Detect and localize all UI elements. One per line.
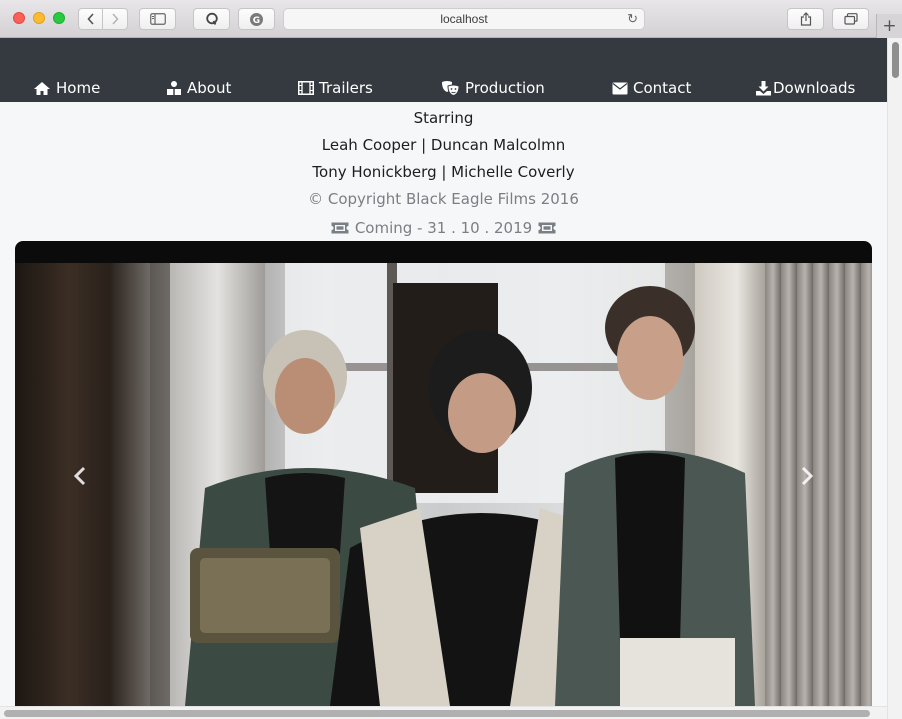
release-date-line: Coming - 31 . 10 . 2019 <box>0 218 887 238</box>
users-icon <box>167 81 181 95</box>
vertical-scroll-thumb[interactable] <box>892 42 899 78</box>
ticket-icon <box>538 222 556 234</box>
tabs-overview-button[interactable] <box>832 8 869 30</box>
nav-about-label: About <box>187 79 232 97</box>
chevron-right-icon <box>801 466 813 486</box>
cast-line-2: Tony Honickberg | Michelle Coverly <box>312 163 575 181</box>
window-close-button[interactable] <box>13 12 25 24</box>
extension-q-button[interactable] <box>193 8 230 30</box>
nav-downloads[interactable]: Downloads <box>755 79 855 97</box>
extension-g-button[interactable]: G <box>238 8 275 30</box>
actress-right <box>555 286 755 706</box>
film-icon <box>298 81 314 95</box>
coming-date-text: Coming - 31 . 10 . 2019 <box>354 219 533 237</box>
nav-home[interactable]: Home <box>33 79 100 97</box>
home-icon <box>34 81 50 95</box>
trailer-carousel[interactable] <box>15 241 872 706</box>
chevron-right-icon <box>112 13 119 25</box>
site-navbar: Home About Trailers Production Contact D… <box>0 38 887 102</box>
forward-button[interactable] <box>103 8 128 30</box>
carousel-next-button[interactable] <box>792 461 822 491</box>
ticket-icon <box>331 222 349 234</box>
horizontal-scrollbar[interactable] <box>0 706 887 719</box>
chevron-left-icon <box>74 466 86 486</box>
theater-masks-icon <box>442 81 460 96</box>
copyright-text: © Copyright Black Eagle Films 2016 <box>308 190 579 208</box>
window-minimize-button[interactable] <box>33 12 45 24</box>
nav-about[interactable]: About <box>166 79 231 97</box>
address-text: localhost <box>440 12 488 26</box>
history-buttons <box>78 8 129 30</box>
horizontal-scroll-thumb[interactable] <box>4 710 870 717</box>
carousel-prev-button[interactable] <box>65 461 95 491</box>
share-icon <box>800 12 811 26</box>
chevron-left-icon <box>86 13 94 25</box>
address-bar[interactable]: localhost ↻ <box>283 8 645 30</box>
reload-icon[interactable]: ↻ <box>627 11 638 27</box>
nav-trailers-label: Trailers <box>319 79 373 97</box>
trailer-still-image <box>15 263 872 706</box>
download-icon <box>756 81 771 96</box>
nav-production-label: Production <box>465 79 545 97</box>
new-tab-button[interactable]: + <box>876 14 902 38</box>
nav-contact-label: Contact <box>633 79 692 97</box>
share-button[interactable] <box>787 8 824 30</box>
grammarly-icon: G <box>250 12 263 26</box>
sidebar-icon <box>149 13 166 25</box>
nav-home-label: Home <box>56 79 101 97</box>
browser-toolbar: G localhost ↻ + <box>0 0 902 38</box>
nav-production[interactable]: Production <box>441 79 545 97</box>
envelope-icon <box>612 82 628 94</box>
q-extension-icon <box>205 12 218 25</box>
tabs-icon <box>843 13 858 25</box>
nav-contact[interactable]: Contact <box>612 79 691 97</box>
nav-downloads-label: Downloads <box>773 79 856 97</box>
window-maximize-button[interactable] <box>53 12 65 24</box>
starring-heading: Starring <box>413 109 474 127</box>
sidebar-toggle-button[interactable] <box>139 8 176 30</box>
cast-line-1: Leah Cooper | Duncan Malcolmn <box>321 136 566 154</box>
svg-text:G: G <box>253 16 260 26</box>
nav-trailers[interactable]: Trailers <box>298 79 373 97</box>
back-button[interactable] <box>78 8 103 30</box>
vertical-scrollbar[interactable] <box>887 38 902 719</box>
